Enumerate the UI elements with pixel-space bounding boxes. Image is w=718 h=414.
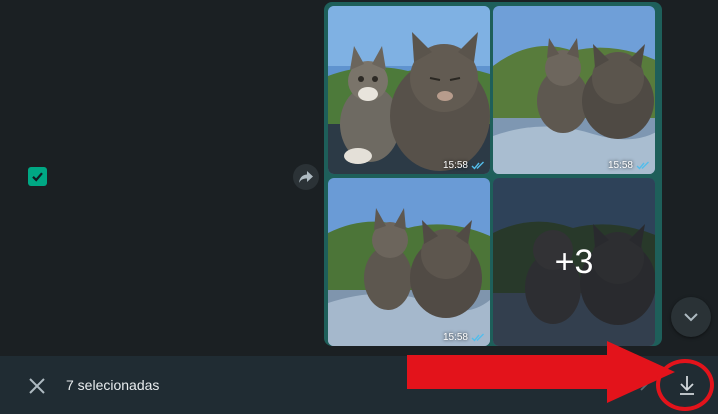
photo-timestamp: 15:58 xyxy=(442,160,468,171)
close-icon xyxy=(29,378,45,394)
cat-photo xyxy=(328,178,490,346)
check-icon xyxy=(32,172,43,182)
chevron-down-icon xyxy=(684,313,698,322)
close-selection-button[interactable] xyxy=(26,375,48,397)
more-photos-count: +3 xyxy=(493,178,655,346)
photo-thumbnail[interactable]: 15:58 xyxy=(493,6,655,174)
annotation-circle xyxy=(656,359,714,411)
image-album-bubble[interactable]: 15:58 15:58 15:58 +3 xyxy=(324,2,662,346)
select-checkbox[interactable] xyxy=(28,167,47,186)
double-check-icon xyxy=(636,161,649,170)
cat-photo xyxy=(493,6,655,174)
photo-thumbnail[interactable]: 15:58 xyxy=(328,178,490,346)
scroll-down-button[interactable] xyxy=(671,297,711,337)
photo-thumbnail[interactable]: 15:58 xyxy=(328,6,490,174)
selection-count: 7 selecionadas xyxy=(66,377,160,393)
cat-photo xyxy=(328,6,490,174)
double-check-icon xyxy=(471,161,484,170)
annotation-arrow xyxy=(407,341,675,403)
chat-area: 15:58 15:58 15:58 +3 xyxy=(0,0,718,356)
photo-timestamp: 15:58 xyxy=(607,160,633,171)
forward-button[interactable] xyxy=(293,164,319,190)
forward-icon xyxy=(299,171,313,183)
more-photos-tile[interactable]: +3 xyxy=(493,178,655,346)
